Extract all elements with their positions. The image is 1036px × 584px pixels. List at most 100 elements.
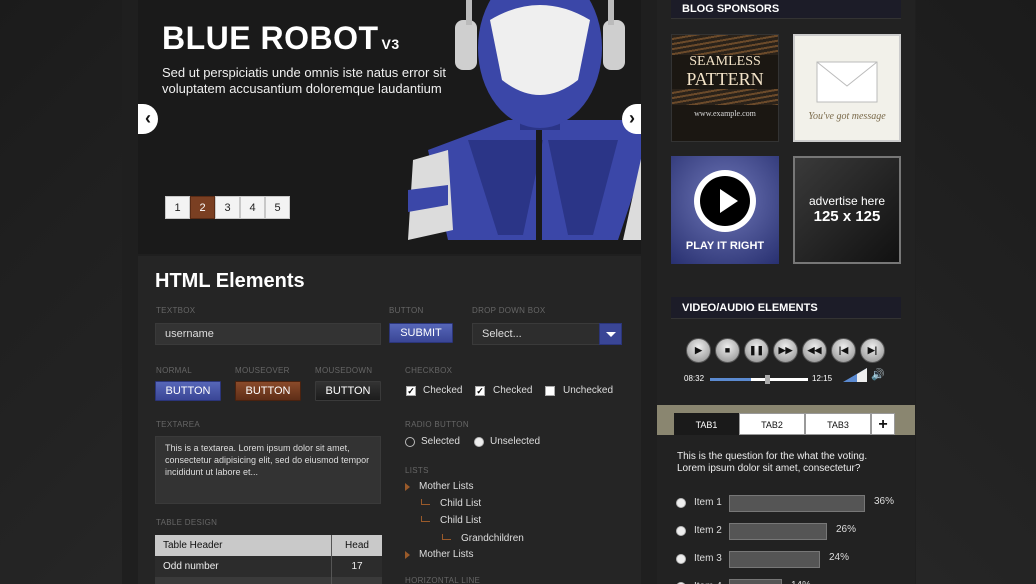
checkbox-label-3: Unchecked (563, 385, 614, 396)
chevron-right-icon: › (629, 108, 635, 128)
tree-branch-icon (421, 516, 430, 522)
chevron-left-icon: ‹ (145, 108, 151, 128)
list-item[interactable]: Child List (440, 515, 481, 526)
poll-radio[interactable] (676, 498, 686, 508)
left-backdrop (0, 0, 122, 584)
hero-title-text: BLUE ROBOT (162, 20, 379, 56)
radio-selected[interactable] (405, 437, 415, 447)
page-button-1[interactable]: 1 (165, 196, 190, 219)
page-button-3[interactable]: 3 (215, 196, 240, 219)
submit-button[interactable]: SUBMIT (389, 323, 453, 343)
radio-unselected[interactable] (474, 437, 484, 447)
list-item[interactable]: Mother Lists (419, 549, 473, 560)
rewind-icon: ◀◀ (807, 345, 822, 355)
username-input[interactable]: username (155, 323, 381, 345)
page-button-2[interactable]: 2 (190, 196, 215, 219)
seek-track[interactable] (710, 378, 808, 381)
mousedown-button[interactable]: BUTTON (315, 381, 381, 401)
sponsor-ad-mail[interactable]: You've got message (793, 34, 901, 142)
dropdown-label: DROP DOWN BOX (472, 306, 546, 315)
normal-button[interactable]: BUTTON (155, 381, 221, 401)
list-item[interactable]: Mother Lists (419, 481, 473, 492)
table-header-row: Table Header Head (155, 535, 382, 556)
previous-button[interactable]: |◀ (831, 338, 856, 363)
sponsor-ad-play[interactable]: PLAY IT RIGHT (671, 156, 779, 264)
ad-pattern-url: www.example.com (694, 109, 756, 118)
add-tab-button[interactable]: + (871, 413, 895, 435)
table-cell: 17 (331, 556, 382, 577)
tree-branch-icon (421, 499, 430, 505)
sponsors-heading: BLOG SPONSORS (671, 0, 901, 19)
play-icon: ▶ (695, 345, 702, 355)
html-elements-panel: HTML Elements TEXTBOX username BUTTON SU… (138, 256, 641, 584)
plus-icon: + (878, 416, 888, 433)
slider-prev-button[interactable]: ‹ (138, 104, 158, 134)
slider-pagination: 1 2 3 4 5 (165, 196, 290, 219)
horizontal-line-label: HORIZONTAL LINE (405, 576, 481, 584)
play-button[interactable]: ▶ (686, 338, 711, 363)
textarea-label: TEXTAREA (156, 420, 201, 429)
poll-question: This is the question for the what the vo… (677, 451, 868, 474)
checkbox-label: CHECKBOX (405, 366, 453, 375)
list-item[interactable]: Child List (440, 498, 481, 509)
ad-play-caption: PLAY IT RIGHT (685, 240, 765, 252)
mouseover-button[interactable]: BUTTON (235, 381, 301, 401)
total-time: 12:15 (812, 374, 833, 383)
hero-slider: BLUE ROBOT V3 Sed ut perspiciatis unde om… (138, 0, 641, 254)
volume-level[interactable] (843, 368, 867, 383)
poll-bar (729, 523, 827, 540)
table-cell: Odd number (163, 561, 219, 572)
sidebar: BLOG SPONSORS SEAMLESS PATTERN www.examp… (657, 0, 915, 584)
checkbox-label-2: Checked (493, 385, 533, 396)
poll-percent: 26% (836, 524, 857, 535)
seek-progress (710, 378, 752, 381)
message-textarea[interactable]: This is a textarea. Lorem ipsum dolor si… (155, 436, 381, 504)
bullet-icon (405, 483, 410, 491)
right-backdrop (916, 0, 1036, 584)
checkbox-unchecked[interactable] (545, 386, 555, 396)
skip-back-icon: |◀ (838, 345, 849, 355)
pause-icon: ❚❚ (748, 345, 765, 355)
next-button[interactable]: ▶| (860, 338, 885, 363)
poll-item-label: Item 2 (694, 525, 722, 536)
pause-button[interactable]: ❚❚ (744, 338, 769, 363)
page-button-5[interactable]: 5 (265, 196, 290, 219)
list-item[interactable]: Grandchildren (461, 533, 524, 544)
fast-forward-button[interactable]: ▶▶ (773, 338, 798, 363)
lists-label: LISTS (405, 466, 429, 475)
page-button-4[interactable]: 4 (240, 196, 265, 219)
speaker-icon[interactable]: 🔊 (871, 368, 885, 381)
table-label: TABLE DESIGN (156, 518, 218, 527)
rewind-button[interactable]: ◀◀ (802, 338, 827, 363)
poll-radio[interactable] (676, 526, 686, 536)
checkbox-checked-1[interactable]: ✓ (406, 386, 416, 396)
ad-pattern-line1: SEAMLESS (689, 54, 761, 69)
radio-label: RADIO BUTTON (405, 420, 469, 429)
radio-selected-label: Selected (421, 436, 460, 447)
poll-radio[interactable] (676, 554, 686, 564)
data-table: Table Header Head Odd number 17 (155, 535, 382, 584)
checkbox-label-1: Checked (423, 385, 463, 396)
skip-forward-icon: ▶| (867, 345, 878, 355)
chevron-down-icon[interactable] (599, 323, 622, 345)
media-controls: ▶ ■ ❚❚ ▶▶ ◀◀ |◀ ▶| (686, 338, 885, 363)
sponsor-ad-pattern[interactable]: SEAMLESS PATTERN www.example.com (671, 34, 779, 142)
poll-bar (729, 551, 820, 568)
play-circle-icon (694, 170, 756, 232)
tab-3[interactable]: TAB3 (805, 413, 871, 435)
checkbox-checked-2[interactable]: ✓ (475, 386, 485, 396)
poll-bar (729, 579, 782, 584)
ad-mail-caption: You've got message (808, 111, 886, 122)
sponsor-ad-placeholder[interactable]: advertise here 125 x 125 (793, 156, 901, 264)
radio-unselected-label: Unselected (490, 436, 541, 447)
tab-1[interactable]: TAB1 (674, 413, 739, 435)
robot-illustration (408, 0, 641, 254)
textbox-label: TEXTBOX (156, 306, 196, 315)
media-heading: VIDEO/AUDIO ELEMENTS (671, 297, 901, 319)
stop-button[interactable]: ■ (715, 338, 740, 363)
tab-2[interactable]: TAB2 (739, 413, 805, 435)
hero-description: Sed ut perspiciatis unde omnis iste natu… (162, 65, 446, 96)
ad-placeholder-line1: advertise here (808, 194, 886, 208)
fast-forward-icon: ▶▶ (778, 345, 793, 355)
seek-handle[interactable] (765, 375, 770, 384)
